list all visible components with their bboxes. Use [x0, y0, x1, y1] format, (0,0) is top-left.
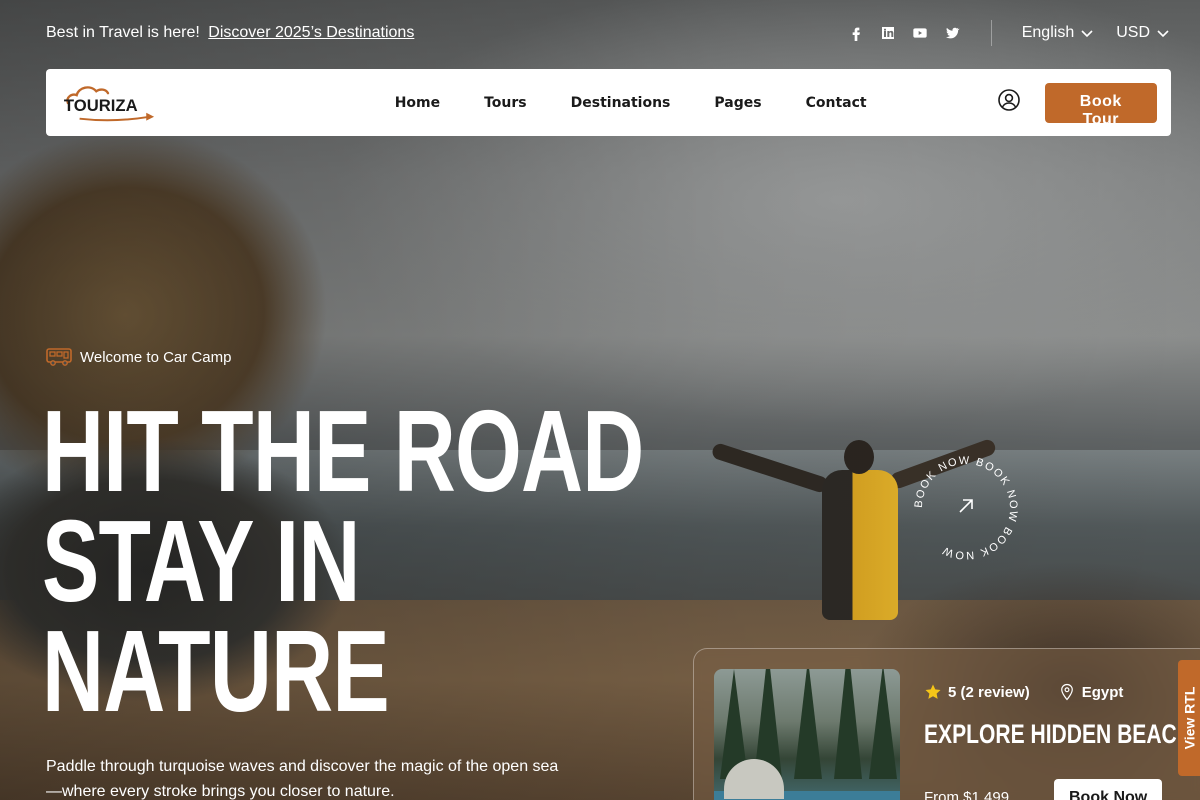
headline-line-2: STAY IN [42, 496, 360, 626]
user-icon[interactable] [997, 88, 1021, 117]
hero-description: Paddle through turquoise waves and disco… [46, 758, 559, 800]
social-links [847, 24, 961, 42]
tour-location: Egypt [1058, 683, 1124, 701]
top-bar-right: English USD [847, 20, 1170, 46]
map-pin-icon [1060, 683, 1073, 701]
nav-actions: Book Tour [997, 82, 1157, 128]
nav-item-pages[interactable]: Pages [714, 95, 761, 111]
headline-line-3: NATURE [42, 606, 390, 736]
tour-price: From $1,499 [924, 789, 1010, 800]
hero-eyebrow: Welcome to Car Camp [46, 347, 231, 367]
star-icon [925, 684, 941, 699]
logo-text: TOURIZA [64, 95, 138, 114]
language-select[interactable]: English [1022, 24, 1094, 42]
announcement-link[interactable]: Discover 2025’s Destinations [208, 24, 414, 41]
chevron-down-icon [1157, 30, 1169, 38]
main-navbar: TOURIZA Home Tours Destinations Pages Co… [46, 69, 1171, 136]
featured-tour-card[interactable]: 5 (2 review) Egypt EXPLORE HIDDEN BEACHE… [693, 648, 1200, 800]
nav-item-home[interactable]: Home [395, 95, 440, 111]
currency-value: USD [1116, 24, 1150, 41]
chevron-down-icon [1081, 30, 1093, 38]
hero-headline: HIT THE ROAD STAY IN NATURE [42, 386, 644, 736]
circle-text: BOOK NOW BOOK NOW BOOK NOW [913, 455, 1018, 561]
logo-icon: TOURIZA [64, 85, 155, 121]
book-now-button[interactable]: Book Now [1054, 779, 1163, 800]
announcement-text: Best in Travel is here! [46, 24, 200, 41]
linkedin-icon[interactable] [879, 24, 897, 42]
location-text: Egypt [1081, 683, 1124, 701]
language-value: English [1021, 24, 1075, 41]
facebook-icon[interactable] [847, 24, 865, 42]
currency-select[interactable]: USD [1116, 24, 1170, 42]
headline-line-1: HIT THE ROAD [42, 386, 644, 516]
view-rtl-tab[interactable]: View RTL [1178, 660, 1200, 776]
nav-item-contact[interactable]: Contact [806, 95, 867, 111]
twitter-icon[interactable] [943, 24, 961, 42]
book-tour-button[interactable]: Book Tour [1044, 82, 1157, 128]
tour-title[interactable]: EXPLORE HIDDEN BEACHES [924, 719, 1200, 750]
logo[interactable]: TOURIZA [60, 77, 355, 129]
tour-rating: 5 (2 review) [924, 683, 1030, 701]
eyebrow-text: Welcome to Car Camp [80, 348, 232, 366]
tour-image [714, 669, 900, 800]
arrow-up-right-icon [959, 499, 973, 513]
youtube-icon[interactable] [911, 24, 929, 42]
tour-meta: 5 (2 review) Egypt [924, 683, 1123, 701]
view-rtl-label: View RTL [1181, 686, 1198, 750]
camper-van-icon [46, 348, 72, 366]
nav-item-destinations[interactable]: Destinations [571, 95, 671, 111]
book-now-circle-button[interactable]: BOOK NOW BOOK NOW BOOK NOW [906, 448, 1026, 568]
rating-text: 5 (2 review) [948, 683, 1030, 701]
nav-menu: Home Tours Destinations Pages Contact [395, 95, 867, 111]
top-bar: Best in Travel is here! Discover 2025’s … [0, 0, 1200, 66]
svg-text:BOOK NOW BOOK NOW BOOK NOW: BOOK NOW BOOK NOW BOOK NOW [913, 455, 1019, 561]
nav-item-tours[interactable]: Tours [484, 95, 527, 111]
divider [990, 20, 992, 46]
announcement: Best in Travel is here! Discover 2025’s … [46, 24, 414, 42]
